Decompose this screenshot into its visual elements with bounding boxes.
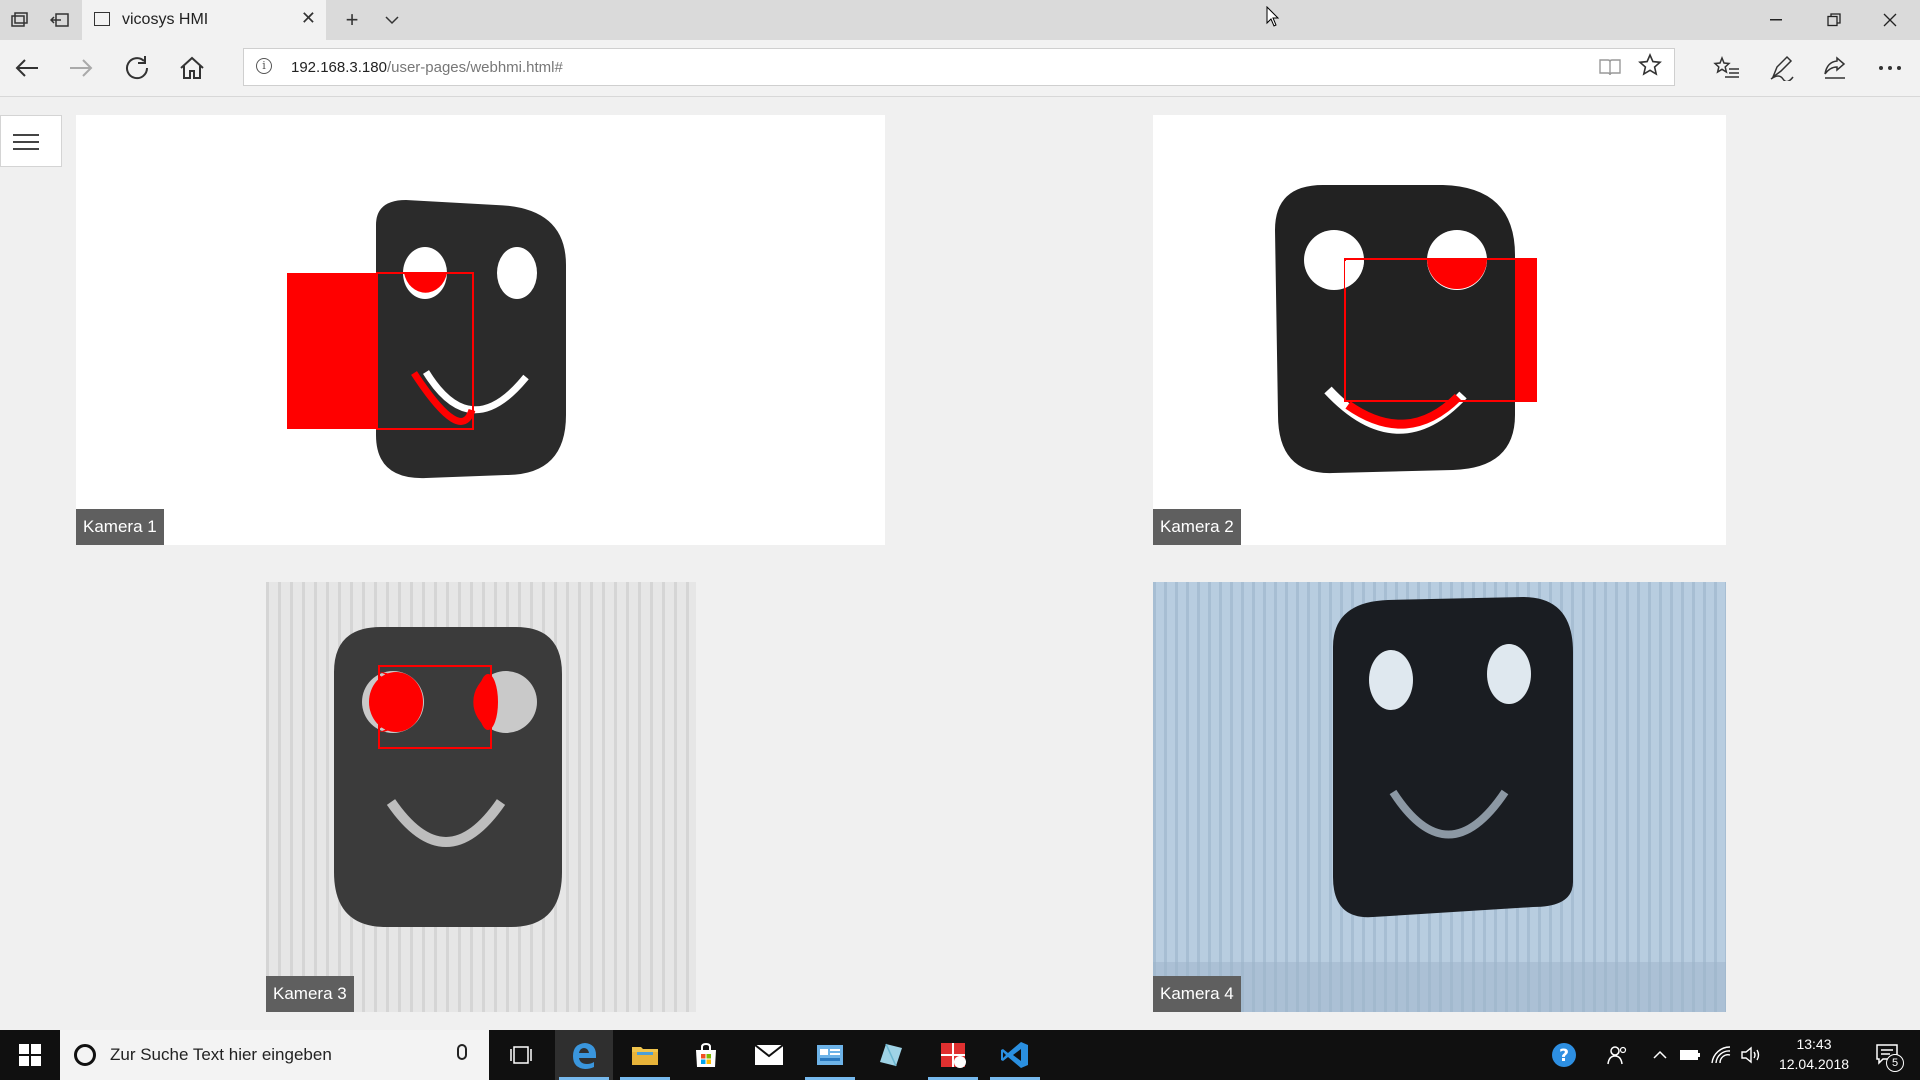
navigation-bar: i 192.168.3.180/user-pages/webhmi.html# bbox=[0, 40, 1920, 97]
mail-icon bbox=[754, 1044, 784, 1065]
camera-label: Kamera 1 bbox=[76, 509, 164, 545]
svg-text:?: ? bbox=[1559, 1046, 1569, 1066]
camera-image bbox=[1153, 582, 1726, 1012]
close-window-button[interactable] bbox=[1870, 6, 1910, 34]
taskbar-app-store[interactable] bbox=[677, 1030, 735, 1080]
camera-image bbox=[76, 115, 885, 545]
store-icon bbox=[696, 1042, 716, 1067]
tab-list-button[interactable] bbox=[380, 8, 404, 32]
back-icon bbox=[15, 59, 38, 77]
camera-label: Kamera 4 bbox=[1153, 976, 1241, 1012]
restore-button[interactable] bbox=[1814, 6, 1854, 34]
share-button[interactable] bbox=[1819, 52, 1851, 84]
tab-close-button[interactable]: ✕ bbox=[301, 8, 316, 29]
chevron-up-icon bbox=[1653, 1050, 1667, 1059]
windows-logo-icon bbox=[19, 1044, 41, 1066]
network-button[interactable] bbox=[1708, 1030, 1734, 1080]
taskbar-app-blue[interactable] bbox=[801, 1030, 859, 1080]
page-content: Kamera 1 Kamera 2 Kamera 3 Kamera 4 bbox=[0, 97, 1920, 1030]
microphone-icon[interactable] bbox=[457, 1044, 467, 1060]
hidden-icons-button[interactable] bbox=[1648, 1030, 1672, 1080]
taskbar-app-red[interactable] bbox=[924, 1030, 982, 1080]
favorite-star-icon[interactable] bbox=[1638, 53, 1662, 84]
taskbar-app-crystal[interactable] bbox=[862, 1030, 920, 1080]
camera-label: Kamera 3 bbox=[266, 976, 354, 1012]
url-host: 192.168.3.180 bbox=[291, 59, 387, 76]
start-button[interactable] bbox=[0, 1030, 60, 1080]
tab-preview-icon[interactable] bbox=[8, 8, 32, 32]
taskbar-app-vscode[interactable] bbox=[986, 1030, 1044, 1080]
network-icon bbox=[1711, 1046, 1731, 1064]
back-button[interactable] bbox=[11, 52, 43, 84]
search-placeholder: Zur Suche Text hier eingeben bbox=[110, 1045, 332, 1064]
share-icon bbox=[1824, 56, 1846, 79]
taskbar-app-mail[interactable] bbox=[740, 1030, 798, 1080]
volume-button[interactable] bbox=[1738, 1030, 1764, 1080]
more-icon bbox=[1879, 66, 1901, 70]
page-icon bbox=[94, 12, 110, 26]
favorites-hub-button[interactable] bbox=[1711, 52, 1743, 84]
home-button[interactable] bbox=[176, 52, 208, 84]
set-aside-tabs-icon[interactable] bbox=[48, 8, 72, 32]
camera-view-3[interactable]: Kamera 3 bbox=[266, 582, 696, 1012]
help-icon: ? bbox=[1552, 1043, 1576, 1067]
menu-line bbox=[13, 134, 39, 136]
taskbar-search-box[interactable]: Zur Suche Text hier eingeben bbox=[60, 1030, 489, 1080]
url-text[interactable]: 192.168.3.180/user-pages/webhmi.html# bbox=[291, 59, 563, 76]
cortana-icon bbox=[74, 1044, 96, 1066]
taskbar: Zur Suche Text hier eingeben ? 13:43 12.… bbox=[0, 1030, 1920, 1080]
camera-view-2[interactable]: Kamera 2 bbox=[1153, 115, 1726, 545]
battery-icon bbox=[1680, 1050, 1700, 1060]
camera-image bbox=[266, 582, 696, 1012]
menu-line bbox=[13, 141, 39, 143]
edge-icon bbox=[573, 1043, 596, 1069]
info-icon[interactable]: i bbox=[256, 58, 272, 74]
crystal-icon bbox=[880, 1043, 902, 1067]
hamburger-menu-button[interactable] bbox=[0, 115, 62, 167]
camera-view-4[interactable]: Kamera 4 bbox=[1153, 582, 1726, 1012]
notes-button[interactable] bbox=[1766, 52, 1798, 84]
vscode-icon bbox=[1001, 1042, 1028, 1068]
task-view-icon bbox=[510, 1046, 532, 1064]
folder-icon bbox=[632, 1047, 658, 1065]
refresh-button[interactable] bbox=[121, 52, 153, 84]
new-tab-button[interactable]: + bbox=[340, 7, 364, 32]
address-bar[interactable]: i 192.168.3.180/user-pages/webhmi.html# bbox=[243, 48, 1675, 86]
favorites-hub-icon bbox=[1713, 56, 1739, 78]
clock-time: 13:43 bbox=[1796, 1036, 1832, 1052]
app-window-icon bbox=[817, 1045, 843, 1065]
battery-button[interactable] bbox=[1677, 1030, 1703, 1080]
clock-date: 12.04.2018 bbox=[1778, 1056, 1850, 1072]
home-icon bbox=[180, 56, 204, 79]
minimize-button[interactable] bbox=[1756, 6, 1796, 34]
people-icon bbox=[1607, 1046, 1627, 1065]
taskbar-app-file-explorer[interactable] bbox=[616, 1030, 674, 1080]
camera-label: Kamera 2 bbox=[1153, 509, 1241, 545]
help-button[interactable]: ? bbox=[1548, 1030, 1580, 1080]
volume-icon bbox=[1741, 1046, 1760, 1064]
url-path: /user-pages/webhmi.html# bbox=[386, 59, 563, 76]
task-view-button[interactable] bbox=[492, 1030, 550, 1080]
more-button[interactable] bbox=[1874, 52, 1906, 84]
refresh-icon bbox=[126, 56, 149, 80]
camera-image bbox=[1153, 115, 1726, 545]
forward-icon bbox=[70, 59, 93, 77]
reading-view-icon[interactable] bbox=[1598, 57, 1621, 77]
people-button[interactable] bbox=[1602, 1030, 1632, 1080]
browser-tab[interactable]: vicosys HMI ✕ bbox=[82, 0, 326, 40]
camera-view-1[interactable]: Kamera 1 bbox=[76, 115, 885, 545]
tab-title: vicosys HMI bbox=[122, 11, 209, 28]
notification-count-badge: 5 bbox=[1886, 1054, 1904, 1072]
system-clock[interactable]: 13:43 12.04.2018 bbox=[1768, 1034, 1860, 1074]
forward-button[interactable] bbox=[65, 52, 97, 84]
action-center-button[interactable]: 5 bbox=[1866, 1030, 1910, 1080]
taskbar-app-edge[interactable] bbox=[555, 1030, 613, 1080]
red-app-icon bbox=[941, 1043, 966, 1068]
menu-line bbox=[13, 148, 39, 150]
notes-pen-icon bbox=[1770, 55, 1794, 81]
mouse-cursor-icon bbox=[1266, 5, 1280, 33]
title-bar: vicosys HMI ✕ + bbox=[0, 0, 1920, 40]
